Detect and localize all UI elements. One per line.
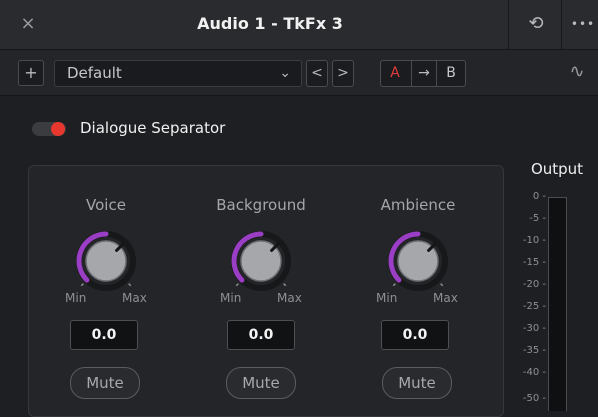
title-bar: × Audio 1 - TkFx 3 ⟲ ••• bbox=[0, 0, 598, 50]
more-icon[interactable]: ••• bbox=[568, 10, 598, 38]
meter-tick: -35 - bbox=[522, 345, 546, 356]
output-label: Output bbox=[530, 160, 584, 178]
ambience-min-label: Min bbox=[376, 291, 398, 305]
max-tick bbox=[440, 283, 444, 287]
meter-tick: -15 - bbox=[522, 257, 546, 268]
ambience-mute-button[interactable]: Mute bbox=[382, 367, 452, 399]
voice-knob[interactable] bbox=[71, 226, 141, 296]
title-divider bbox=[561, 0, 562, 49]
ambience-value-field[interactable]: 0.0 bbox=[381, 320, 449, 350]
window-title: Audio 1 - TkFx 3 bbox=[197, 14, 343, 33]
next-preset-button[interactable]: > bbox=[332, 60, 354, 87]
meter-tick: -25 - bbox=[522, 301, 546, 312]
preset-value: Default bbox=[67, 64, 122, 82]
ambience-label: Ambience bbox=[380, 196, 456, 214]
add-preset-button[interactable]: + bbox=[18, 60, 44, 86]
a-button[interactable]: A bbox=[383, 61, 407, 86]
title-divider bbox=[508, 0, 509, 49]
voice-mute-button[interactable]: Mute bbox=[70, 367, 140, 399]
previous-preset-button[interactable]: < bbox=[306, 60, 328, 87]
meter-tick: -10 - bbox=[522, 235, 546, 246]
background-mute-button[interactable]: Mute bbox=[226, 367, 296, 399]
copy-a-to-b-button[interactable]: → bbox=[411, 61, 437, 86]
meter-tick: -40 - bbox=[522, 367, 546, 378]
voice-max-label: Max bbox=[122, 291, 147, 305]
preset-dropdown[interactable]: Default ⌄ bbox=[54, 60, 302, 87]
toggle-indicator bbox=[51, 122, 65, 136]
close-icon[interactable]: × bbox=[18, 12, 38, 36]
meter-tick: 0 - bbox=[532, 191, 546, 202]
voice-value-field[interactable]: 0.0 bbox=[70, 320, 138, 350]
preset-toolbar: + Default ⌄ < > A → B ∿ bbox=[0, 50, 598, 96]
voice-min-label: Min bbox=[65, 291, 87, 305]
max-tick bbox=[283, 283, 287, 287]
output-meter bbox=[548, 197, 567, 411]
voice-label: Voice bbox=[86, 196, 126, 214]
min-tick bbox=[235, 283, 239, 287]
max-tick bbox=[128, 283, 132, 287]
b-button[interactable]: B bbox=[439, 61, 463, 86]
background-label: Background bbox=[216, 196, 306, 214]
meter-tick: -50 - bbox=[522, 393, 546, 404]
background-knob[interactable] bbox=[226, 226, 296, 296]
ambience-knob[interactable] bbox=[383, 226, 453, 296]
background-value-field[interactable]: 0.0 bbox=[227, 320, 295, 350]
min-tick bbox=[392, 283, 396, 287]
meter-tick: -30 - bbox=[522, 323, 546, 334]
dialogue-separator-label: Dialogue Separator bbox=[80, 119, 226, 137]
dialogue-separator-toggle[interactable] bbox=[32, 122, 66, 136]
min-tick bbox=[80, 283, 84, 287]
curve-icon[interactable]: ∿ bbox=[560, 58, 594, 86]
meter-tick: -5 - bbox=[529, 213, 546, 224]
ab-compare-group: A → B bbox=[380, 60, 466, 87]
background-min-label: Min bbox=[220, 291, 242, 305]
background-max-label: Max bbox=[277, 291, 302, 305]
chevron-down-icon: ⌄ bbox=[279, 65, 291, 81]
reset-icon[interactable]: ⟲ bbox=[520, 10, 552, 38]
ambience-max-label: Max bbox=[433, 291, 458, 305]
meter-tick: -20 - bbox=[522, 279, 546, 290]
